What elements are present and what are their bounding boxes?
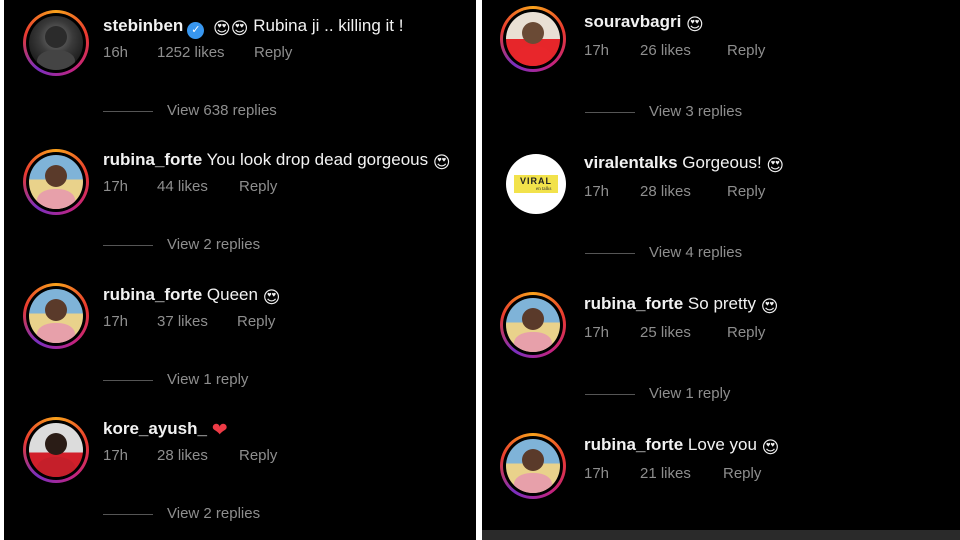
comment-text: Gorgeous! bbox=[682, 153, 762, 172]
comment-item: rubina_forte You look drop dead gorgeous… bbox=[4, 140, 476, 240]
view-replies-button[interactable]: View 1 reply bbox=[103, 371, 248, 388]
comment-text: So pretty bbox=[687, 294, 756, 313]
view-replies-button[interactable]: View 2 replies bbox=[103, 505, 260, 522]
comment-text: Queen bbox=[206, 285, 258, 304]
comment-item: souravbagri 😍 17h 26 likes Reply bbox=[482, 0, 960, 100]
avatar[interactable] bbox=[23, 10, 89, 76]
username[interactable]: rubina_forte bbox=[103, 285, 202, 304]
likes-count[interactable]: 21 likes bbox=[640, 465, 691, 482]
view-replies-button[interactable]: View 638 replies bbox=[103, 102, 277, 119]
comment-time: 17h bbox=[584, 465, 610, 482]
username[interactable]: rubina_forte bbox=[584, 435, 683, 454]
comment-text: Rubina ji .. killing it ! bbox=[253, 16, 404, 35]
comment-line: souravbagri 😍 bbox=[584, 12, 704, 35]
red-heart-emoji-icon: ❤ bbox=[211, 420, 228, 441]
reply-button[interactable]: Reply bbox=[727, 324, 765, 341]
reply-button[interactable]: Reply bbox=[727, 42, 765, 59]
avatar[interactable] bbox=[500, 433, 566, 499]
comments-panel-right: souravbagri 😍 17h 26 likes Reply View 3 … bbox=[482, 0, 960, 540]
avatar[interactable] bbox=[500, 6, 566, 72]
comment-time: 17h bbox=[584, 324, 610, 341]
comment-item: rubina_forte Love you 😍 17h 21 likes Rep… bbox=[482, 425, 960, 525]
comment-line: rubina_forte You look drop dead gorgeous… bbox=[103, 150, 451, 173]
avatar[interactable] bbox=[23, 283, 89, 349]
bottom-bar bbox=[482, 530, 960, 540]
comment-line: stebinben ✓ 😍😍 Rubina ji .. killing it ! bbox=[103, 16, 403, 39]
divider-dash bbox=[103, 244, 153, 246]
comment-time: 16h bbox=[103, 44, 129, 61]
comment-line: rubina_forte Love you 😍 bbox=[584, 435, 779, 458]
username[interactable]: rubina_forte bbox=[103, 150, 202, 169]
verified-badge-icon: ✓ bbox=[187, 22, 205, 39]
heart-eyes-emoji-icon: 😍 bbox=[760, 297, 779, 316]
likes-count[interactable]: 37 likes bbox=[157, 313, 208, 330]
comment-time: 17h bbox=[584, 42, 610, 59]
username[interactable]: viralentalks bbox=[584, 153, 678, 172]
username[interactable]: stebinben bbox=[103, 16, 183, 35]
heart-eyes-emoji-icon: 😍 bbox=[761, 438, 780, 457]
comment-line: rubina_forte So pretty 😍 bbox=[584, 294, 778, 317]
logo-subtext: en talks bbox=[536, 187, 552, 192]
view-replies-button[interactable]: View 4 replies bbox=[585, 244, 742, 261]
comment-text: Love you bbox=[687, 435, 757, 454]
likes-count[interactable]: 25 likes bbox=[640, 324, 691, 341]
divider-dash bbox=[585, 393, 635, 395]
reply-button[interactable]: Reply bbox=[723, 465, 761, 482]
heart-eyes-emoji-icon: 😍😍 bbox=[213, 19, 249, 38]
comment-item: kore_ayush_ ❤ 17h 28 likes Reply bbox=[4, 408, 476, 508]
avatar[interactable] bbox=[23, 149, 89, 215]
reply-button[interactable]: Reply bbox=[239, 178, 277, 195]
view-replies-button[interactable]: View 2 replies bbox=[103, 236, 260, 253]
heart-eyes-emoji-icon: 😍 bbox=[686, 15, 704, 34]
comment-line: rubina_forte Queen 😍 bbox=[103, 285, 280, 308]
likes-count[interactable]: 26 likes bbox=[640, 42, 691, 59]
username[interactable]: kore_ayush_ bbox=[103, 419, 207, 438]
comment-item: stebinben ✓ 😍😍 Rubina ji .. killing it ! … bbox=[4, 0, 476, 100]
divider-dash bbox=[103, 110, 153, 112]
divider-dash bbox=[103, 513, 153, 515]
comment-time: 17h bbox=[584, 183, 610, 200]
likes-count[interactable]: 44 likes bbox=[157, 178, 208, 195]
reply-button[interactable]: Reply bbox=[254, 44, 292, 61]
divider-dash bbox=[103, 379, 153, 381]
likes-count[interactable]: 28 likes bbox=[157, 447, 208, 464]
view-replies-button[interactable]: View 3 replies bbox=[585, 103, 742, 120]
avatar[interactable]: VIRAL en talks bbox=[506, 154, 566, 214]
reply-button[interactable]: Reply bbox=[237, 313, 275, 330]
view-replies-button[interactable]: View 1 reply bbox=[585, 385, 730, 402]
comment-text: You look drop dead gorgeous bbox=[206, 150, 429, 169]
comment-time: 17h bbox=[103, 447, 129, 464]
comments-panel-left: stebinben ✓ 😍😍 Rubina ji .. killing it ! … bbox=[4, 0, 476, 540]
comment-item: rubina_forte Queen 😍 17h 37 likes Reply bbox=[4, 274, 476, 374]
divider-dash bbox=[585, 111, 635, 113]
heart-eyes-emoji-icon: 😍 bbox=[432, 153, 451, 172]
username[interactable]: rubina_forte bbox=[584, 294, 683, 313]
username[interactable]: souravbagri bbox=[584, 12, 681, 31]
comment-item: VIRAL en talks viralentalks Gorgeous! 😍 … bbox=[482, 142, 960, 242]
heart-eyes-emoji-icon: 😍 bbox=[262, 288, 281, 307]
reply-button[interactable]: Reply bbox=[239, 447, 277, 464]
likes-count[interactable]: 28 likes bbox=[640, 183, 691, 200]
reply-button[interactable]: Reply bbox=[727, 183, 765, 200]
divider-dash bbox=[585, 252, 635, 254]
comment-time: 17h bbox=[103, 313, 129, 330]
likes-count[interactable]: 1252 likes bbox=[157, 44, 225, 61]
comment-time: 17h bbox=[103, 178, 129, 195]
comment-item: rubina_forte So pretty 😍 17h 25 likes Re… bbox=[482, 284, 960, 384]
avatar[interactable] bbox=[23, 417, 89, 483]
heart-eyes-emoji-icon: 😍 bbox=[766, 156, 785, 175]
avatar[interactable] bbox=[500, 292, 566, 358]
comment-line: viralentalks Gorgeous! 😍 bbox=[584, 153, 784, 176]
comment-line: kore_ayush_ ❤ bbox=[103, 419, 228, 442]
